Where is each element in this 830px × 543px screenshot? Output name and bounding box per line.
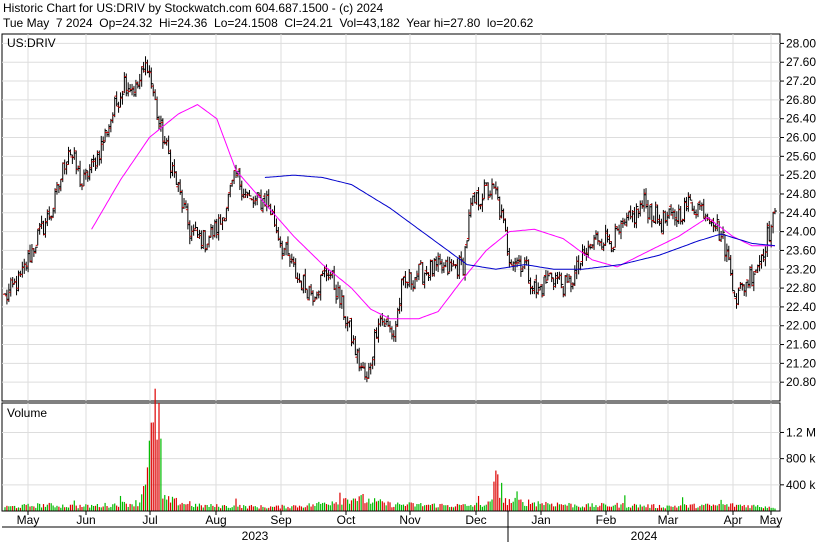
price-tick-label: 27.20: [786, 74, 816, 88]
month-label: Apr: [724, 513, 743, 527]
year-label: 2023: [242, 529, 269, 543]
price-tick-label: 22.40: [786, 300, 816, 314]
price-tick-label: 22.00: [786, 319, 816, 333]
month-label: Dec: [465, 513, 486, 527]
month-label: Mar: [658, 513, 679, 527]
volume-panel: 1.2 M 800 k 400 k Volume: [1, 388, 816, 512]
price-tick-label: 21.60: [786, 338, 816, 352]
price-tick-label: 28.00: [786, 36, 816, 50]
volume-tick-label: 1.2 M: [786, 425, 816, 439]
month-label: Sep: [270, 513, 292, 527]
price-tick-label: 26.40: [786, 112, 816, 126]
month-labels: May Jun Jul Aug Sep Oct Nov Dec Jan Feb Mar Apr May: [17, 511, 783, 527]
volume-tick-label: 400 k: [786, 478, 816, 492]
volume-axis-ticks: 1.2 M 800 k 400 k: [780, 425, 816, 492]
price-tick-label: 24.80: [786, 187, 816, 201]
price-tick-label: 21.20: [786, 356, 816, 370]
price-tick-label: 24.40: [786, 206, 816, 220]
time-axis: May Jun Jul Aug Sep Oct Nov Dec Jan Feb Mar Apr May …: [2, 510, 783, 543]
price-tick-label: 27.60: [786, 55, 816, 69]
month-label: May: [17, 513, 40, 527]
price-tick-label: 24.00: [786, 225, 816, 239]
price-tick-label: 26.80: [786, 93, 816, 107]
price-axis-ticks: 28.00 27.60 27.20 26.80 26.40 26.00 25.60 25.20…: [780, 36, 816, 389]
month-label: Feb: [596, 513, 617, 527]
symbol-label: US:DRIV: [7, 36, 56, 50]
price-tick-label: 26.00: [786, 131, 816, 145]
month-label: Jul: [142, 513, 157, 527]
price-tick-label: 22.80: [786, 281, 816, 295]
price-tick-label: 20.80: [786, 375, 816, 389]
month-label: Oct: [337, 513, 356, 527]
volume-tick-label: 800 k: [786, 452, 816, 466]
price-panel: 28.00 27.60 27.20 26.80 26.40 26.00 25.60 25.20…: [1, 33, 816, 402]
volume-panel-frame: [1, 402, 781, 512]
month-label: Aug: [205, 513, 226, 527]
year-labels: 2023 2024: [242, 529, 658, 543]
price-tick-label: 23.60: [786, 243, 816, 257]
month-label: Nov: [399, 513, 420, 527]
year-label: 2024: [631, 529, 658, 543]
month-label: May: [760, 513, 783, 527]
price-tick-label: 23.20: [786, 262, 816, 276]
price-tick-label: 25.20: [786, 168, 816, 182]
month-label: Jan: [531, 513, 550, 527]
stock-chart: 28.00 27.60 27.20 26.80 26.40 26.00 25.60 25.20…: [1, 33, 816, 543]
volume-label: Volume: [7, 406, 47, 420]
month-label: Jun: [76, 513, 95, 527]
price-tick-label: 25.60: [786, 149, 816, 163]
